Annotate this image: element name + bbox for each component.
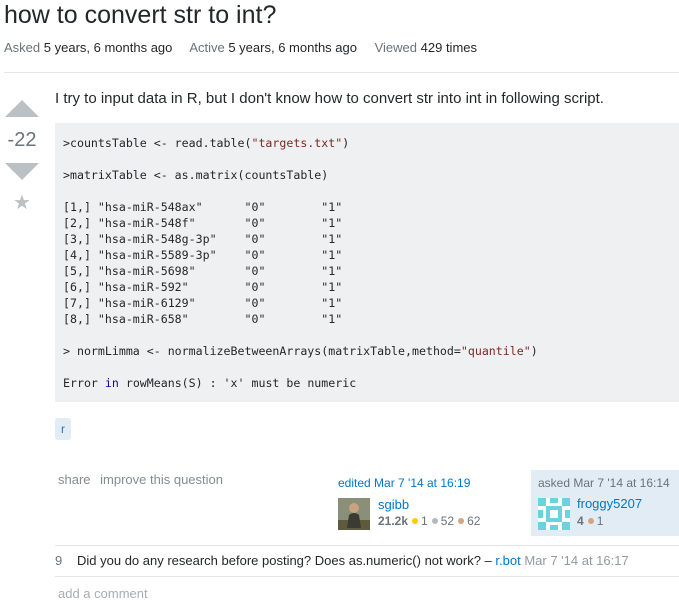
asked-label: Asked bbox=[4, 40, 41, 55]
asker-rep-score: 4 bbox=[577, 514, 584, 528]
upvote-arrow-icon[interactable] bbox=[5, 100, 39, 117]
bronze-badge-icon bbox=[587, 518, 594, 525]
tag-r[interactable]: r bbox=[55, 418, 71, 440]
gold-badge-icon bbox=[412, 518, 419, 525]
silver-badge-icon bbox=[431, 518, 438, 525]
active-value[interactable]: 5 years, 6 months ago bbox=[228, 40, 357, 55]
editor-reputation: 21.2k 1 52 62 bbox=[378, 514, 480, 528]
comment-text: Did you do any research before posting? … bbox=[77, 553, 496, 568]
viewed-label: Viewed bbox=[374, 40, 418, 55]
comment-score: 9 bbox=[55, 553, 63, 568]
comment: 9 Did you do any research before posting?… bbox=[55, 545, 679, 577]
code-line-4: Error in rowMeans(S) : 'x' must be numer… bbox=[63, 376, 357, 390]
asker-avatar[interactable] bbox=[538, 498, 570, 530]
editor-bronze-count: 62 bbox=[467, 514, 481, 528]
editor-rep-score: 21.2k bbox=[378, 514, 409, 528]
code-content: >countsTable <- read.table("targets.txt"… bbox=[63, 135, 671, 391]
code-row: [6,] "hsa-miR-592" "0" "1" bbox=[63, 280, 343, 294]
share-link[interactable]: share bbox=[58, 472, 91, 487]
downvote-arrow-icon[interactable] bbox=[5, 163, 39, 180]
editor-silver-count: 52 bbox=[440, 514, 455, 528]
question-body-text: I try to input data in R, but I don't kn… bbox=[55, 90, 604, 107]
editor-gold-count: 1 bbox=[421, 514, 428, 528]
add-comment-link[interactable]: add a comment bbox=[58, 586, 148, 601]
post-menu: share improve this question bbox=[58, 472, 229, 487]
improve-question-link[interactable]: improve this question bbox=[100, 472, 223, 487]
vote-score: -22 bbox=[7, 129, 37, 151]
code-line-1: >countsTable <- read.table("targets.txt"… bbox=[63, 136, 350, 150]
vote-cell: -22 ★ bbox=[4, 96, 40, 215]
question-meta: Asked 5 years, 6 months ago Active 5 yea… bbox=[4, 40, 491, 56]
code-row: [4,] "hsa-miR-5589-3p" "0" "1" bbox=[63, 248, 343, 262]
code-row: [2,] "hsa-miR-548f" "0" "1" bbox=[63, 216, 343, 230]
code-line-2: >matrixTable <- as.matrix(countsTable) bbox=[63, 168, 329, 182]
editor-card: edited Mar 7 '14 at 16:19 sgibb 21.2k 1 52… bbox=[338, 476, 518, 532]
favorite-star-icon[interactable]: ★ bbox=[4, 190, 40, 215]
code-block: >countsTable <- read.table("targets.txt"… bbox=[55, 123, 679, 402]
asker-bronze-count: 1 bbox=[596, 514, 604, 528]
asker-username[interactable]: froggy5207 bbox=[577, 496, 642, 511]
asked-value: 5 years, 6 months ago bbox=[43, 40, 173, 55]
code-row: [8,] "hsa-miR-658" "0" "1" bbox=[63, 312, 343, 326]
viewed-value: 429 times bbox=[420, 40, 478, 55]
asker-reputation: 41 bbox=[577, 514, 603, 528]
code-row: [5,] "hsa-miR-5698" "0" "1" bbox=[63, 264, 343, 278]
editor-username[interactable]: sgibb bbox=[378, 497, 409, 512]
code-line-3: > normLimma <- normalizeBetweenArrays(ma… bbox=[63, 344, 538, 358]
comment-date[interactable]: Mar 7 '14 at 16:17 bbox=[524, 553, 628, 568]
asked-timestamp[interactable]: asked Mar 7 '14 at 16:14 bbox=[538, 476, 670, 490]
question-title[interactable]: how to convert str to int? bbox=[4, 0, 276, 30]
header-divider bbox=[4, 72, 679, 73]
edited-timestamp[interactable]: edited Mar 7 '14 at 16:19 bbox=[338, 476, 518, 490]
active-label: Active bbox=[189, 40, 225, 55]
bronze-badge-icon bbox=[458, 518, 465, 525]
editor-avatar[interactable] bbox=[338, 498, 370, 530]
comment-user[interactable]: r.bot bbox=[495, 553, 520, 568]
code-row: [1,] "hsa-miR-548ax" "0" "1" bbox=[63, 200, 343, 214]
code-row: [3,] "hsa-miR-548g-3p" "0" "1" bbox=[63, 232, 343, 246]
asker-card: asked Mar 7 '14 at 16:14 froggy5207 41 bbox=[531, 470, 679, 536]
code-row: [7,] "hsa-miR-6129" "0" "1" bbox=[63, 296, 343, 310]
